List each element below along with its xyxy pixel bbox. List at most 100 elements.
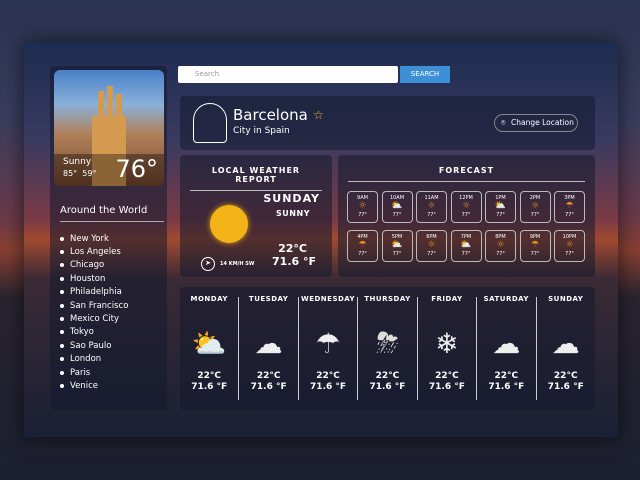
day-fahrenheit: 71.6 °F	[191, 382, 228, 392]
city-list-item[interactable]: Philadelphia	[60, 286, 128, 299]
city-list-item[interactable]: Chicago	[60, 259, 128, 272]
city-list-item[interactable]: Tokyo	[60, 326, 128, 339]
hour-temp: 77°	[565, 212, 574, 218]
day-fahrenheit: 71.6 °F	[369, 382, 406, 392]
hourly-forecast-cell[interactable]: 10AM ⛅ 77°	[381, 191, 413, 223]
city-list-item[interactable]: New York	[60, 232, 128, 245]
partly-cloudy-icon: ⛅	[391, 240, 403, 250]
partly-cloudy-icon: ⛅	[191, 326, 227, 360]
day-fahrenheit: 71.6 °F	[250, 382, 287, 392]
city-name: Barcelona	[233, 106, 308, 124]
day-forecast[interactable]: FRIDAY ❄ 22°C 71.6 °F	[418, 295, 478, 400]
day-forecast[interactable]: THURSDAY ⛈ 22°C 71.6 °F	[358, 295, 418, 400]
hourly-forecast-cell[interactable]: 7PM ⛅ 77°	[450, 230, 482, 262]
hour-temp: 77°	[427, 212, 436, 218]
city-list-item[interactable]: Sao Paulo	[60, 339, 128, 352]
report-fahrenheit: 71.6 °F	[272, 255, 316, 268]
day-forecast[interactable]: TUESDAY ☁ 22°C 71.6 °F	[239, 295, 299, 400]
cloudy-icon: ☁	[551, 326, 580, 360]
day-fahrenheit: 71.6 °F	[488, 382, 525, 392]
hourly-forecast-grid: 9AM ☼ 77° 10AM ⛅ 77° 11AM ☼ 77° 12PM ☼ 77° 1PM ⛅ 77° 2P…	[347, 191, 585, 262]
sun-icon: ☼	[427, 240, 436, 250]
hour-temp: 77°	[565, 251, 574, 257]
hour-temp: 77°	[496, 212, 505, 218]
rain-icon: ☂	[358, 240, 367, 250]
partly-cloudy-icon: ⛅	[494, 201, 507, 211]
city-list-item[interactable]: Los Angeles	[60, 245, 128, 258]
hourly-forecast-cell[interactable]: 5PM ⛅ 77°	[381, 230, 413, 262]
weekly-forecast: MONDAY ⛅ 22°C 71.6 °F TUESDAY ☁ 22°C 71.6 °F WED…	[180, 287, 595, 410]
day-forecast[interactable]: SATURDAY ☁ 22°C 71.6 °F	[477, 295, 537, 400]
partly-cloudy-icon: ⛅	[460, 240, 472, 250]
day-name: SATURDAY	[483, 295, 530, 303]
hourly-forecast-cell[interactable]: 4PM ☂ 77°	[347, 230, 378, 262]
hour-temp: 77°	[496, 251, 505, 257]
hourly-forecast-cell[interactable]: 11AM ☼ 77°	[416, 191, 447, 223]
search-input[interactable]: Search	[178, 66, 398, 83]
current-temp: 76°	[115, 155, 158, 183]
hourly-forecast-cell[interactable]: 3PM ☂ 77°	[554, 191, 585, 223]
day-celsius: 22°C	[316, 371, 340, 381]
hourly-forecast-cell[interactable]: 2PM ☼ 77°	[519, 191, 551, 223]
rain-icon: ☂	[530, 240, 540, 250]
wind-speed: 14 KM/H SW	[220, 261, 255, 267]
hour-temp: 77°	[530, 212, 540, 218]
day-name: WEDNESDAY	[300, 295, 356, 303]
day-fahrenheit: 71.6 °F	[547, 382, 584, 392]
current-hilo: 85° 59°	[63, 169, 97, 178]
day-celsius: 22°C	[375, 371, 400, 381]
thunderstorm-icon: ⛈	[376, 326, 399, 359]
wind-compass-icon: ➤	[201, 257, 215, 271]
sun-icon	[210, 205, 248, 243]
rain-icon: ☂	[565, 201, 574, 211]
report-day: SUNDAY	[263, 192, 320, 205]
sun-icon: ☼	[358, 201, 367, 211]
forecast-title: FORECAST	[348, 166, 585, 182]
snow-icon: ❄	[435, 326, 459, 360]
hour-temp: 77°	[461, 251, 471, 257]
sagrada-familia-logo-icon	[193, 103, 227, 143]
sun-icon: ☼	[461, 201, 471, 211]
hour-temp: 77°	[392, 212, 402, 218]
change-location-button[interactable]: ⌾ Change Location	[494, 114, 578, 132]
sun-icon: ☼	[427, 201, 436, 211]
hour-temp: 77°	[530, 251, 540, 257]
city-list-item[interactable]: Mexico City	[60, 312, 128, 325]
day-fahrenheit: 71.6 °F	[310, 382, 347, 392]
hourly-forecast-cell[interactable]: 1PM ⛅ 77°	[485, 191, 516, 223]
hourly-forecast-cell[interactable]: 10PM ☼ 77°	[554, 230, 585, 262]
current-condition: Sunny	[63, 157, 92, 167]
hourly-forecast-cell[interactable]: 6PM ☼ 77°	[416, 230, 447, 262]
cloudy-icon: ☁	[492, 326, 521, 360]
day-fahrenheit: 71.6 °F	[428, 382, 465, 392]
day-name: SUNDAY	[548, 295, 584, 303]
local-report-title: LOCAL WEATHER REPORT	[190, 166, 322, 191]
hourly-forecast-cell[interactable]: 9AM ☼ 77°	[347, 191, 378, 223]
hourly-forecast-cell[interactable]: 12PM ☼ 77°	[450, 191, 482, 223]
hour-temp: 77°	[461, 212, 471, 218]
day-celsius: 22°C	[553, 371, 578, 381]
rain-icon: ☂	[315, 326, 341, 360]
location-pin-icon: ⌾	[501, 118, 506, 127]
hourly-forecast-cell[interactable]: 8PM ☼ 77°	[485, 230, 516, 262]
day-forecast[interactable]: WEDNESDAY ☂ 22°C 71.6 °F	[299, 295, 359, 400]
search-button[interactable]: SEARCH	[400, 66, 450, 83]
hour-temp: 77°	[358, 251, 367, 257]
favorite-star-icon[interactable]: ☆	[313, 108, 324, 122]
city-list-item[interactable]: Houston	[60, 272, 128, 285]
day-celsius: 22°C	[435, 371, 459, 381]
day-name: FRIDAY	[431, 295, 463, 303]
day-celsius: 22°C	[256, 371, 281, 381]
day-forecast[interactable]: MONDAY ⛅ 22°C 71.6 °F	[180, 295, 240, 400]
day-name: TUESDAY	[248, 295, 289, 303]
city-list-item[interactable]: San Francisco	[60, 299, 128, 312]
sun-icon: ☼	[530, 201, 540, 211]
cloudy-icon: ☁	[254, 326, 283, 360]
sun-icon: ☼	[496, 240, 505, 250]
day-celsius: 22°C	[197, 371, 222, 381]
day-forecast[interactable]: SUNDAY ☁ 22°C 71.6 °F	[537, 295, 595, 400]
city-list-item[interactable]: London	[60, 353, 128, 366]
hourly-forecast-cell[interactable]: 9PM ☂ 77°	[519, 230, 551, 262]
city-list-item[interactable]: Paris	[60, 366, 128, 379]
city-list-item[interactable]: Venice	[60, 379, 128, 392]
